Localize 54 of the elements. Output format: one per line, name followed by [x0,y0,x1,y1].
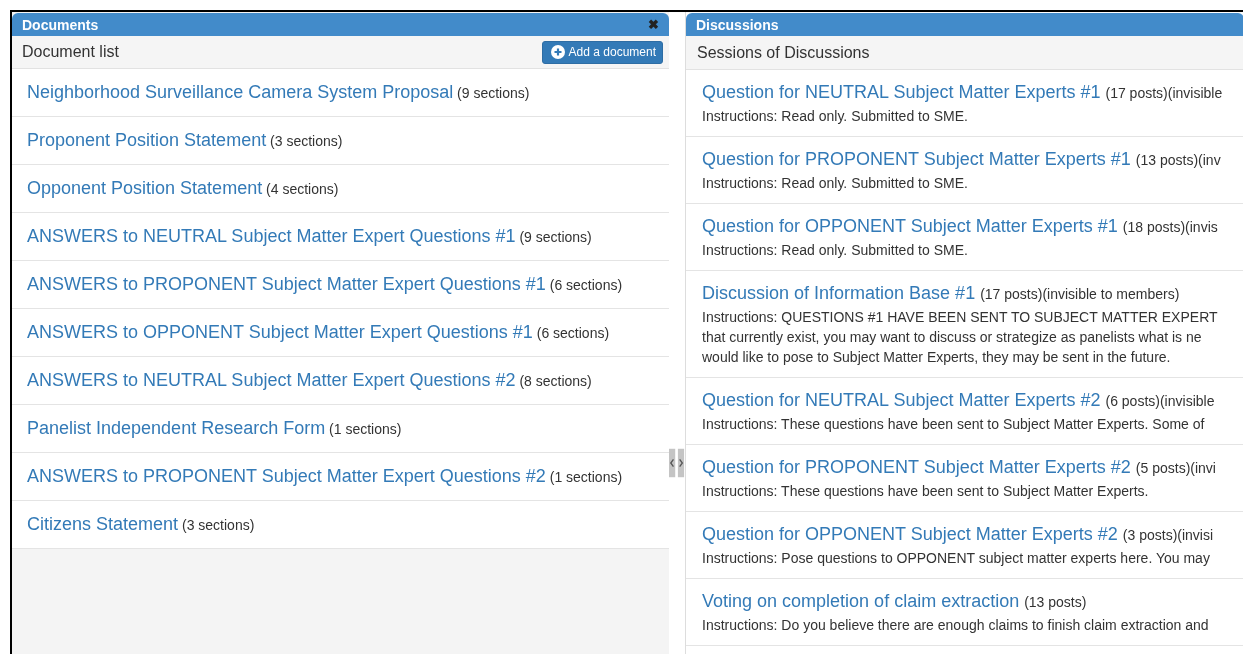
section-count: (3 sections) [181,517,255,533]
panel-subtitle: Sessions of Discussions [697,43,870,62]
section-count: (9 sections) [519,229,592,245]
section-count: (1 sections) [549,469,623,485]
section-count: (3 sections) [270,133,343,149]
document-link[interactable]: Panelist Independent Research Form [27,418,326,438]
post-count: (6 posts)(invisible [1105,392,1215,411]
close-button[interactable]: ✖ [648,17,659,32]
section-count: (1 sections) [329,421,402,437]
splitter-handle[interactable] [669,447,685,479]
discussion-link[interactable]: Question for NEUTRAL Subject Matter Experts #1 [702,80,1101,105]
discussion-link[interactable]: Question for OPPONENT Subject Matter Experts #1 [702,214,1118,239]
document-link[interactable]: Citizens Statement [27,514,179,534]
panel-title: Documents [22,16,99,33]
discussion-link[interactable]: Question for NEUTRAL Subject Matter Experts #2 [702,388,1101,413]
section-count: (9 sections) [457,85,530,101]
post-count: (13 posts)(inv [1135,151,1221,170]
instructions-text: Instructions: Read only. Submitted to SME. [702,241,969,260]
instructions-text: Instructions: Do you believe there are enough claims to finish claim extraction and [702,616,1210,635]
document-link[interactable]: Opponent Position Statement [27,178,263,198]
discussion-link[interactable]: Question for PROPONENT Subject Matter Experts #1 [702,147,1131,172]
discussion-link[interactable]: Question for PROPONENT Subject Matter Experts #2 [702,455,1131,480]
document-link[interactable]: ANSWERS to NEUTRAL Subject Matter Expert Questions #1 [27,226,516,246]
panel-title: Discussions [696,16,779,33]
document-link[interactable]: ANSWERS to PROPONENT Subject Matter Expert Questions #2 [27,466,546,486]
document-link[interactable]: Neighborhood Surveillance Camera System Proposal [27,82,454,102]
instructions-text: would like to pose to Subject Matter Experts, they may be sent in the future. [702,348,1172,367]
post-count: (17 posts)(invisible to members) [980,285,1180,304]
instructions-text: Instructions: QUESTIONS #1 HAVE BEEN SENT TO SUBJECT MATTER EXPERT [702,308,1219,327]
instructions-text: that currently exist, you may want to discuss or strategize as panelists what is ne [702,328,1203,347]
section-count: (6 sections) [549,277,623,293]
panel-subtitle: Document list [22,43,119,61]
post-count: (17 posts)(invisible [1105,84,1223,103]
plus-circle-icon [550,45,565,59]
post-count: (3 posts)(invisi [1122,526,1214,545]
instructions-text: Instructions: Read only. Submitted to SME. [702,174,969,193]
document-link[interactable]: ANSWERS to NEUTRAL Subject Matter Expert Questions #2 [27,370,516,390]
post-count: (13 posts) [1024,593,1087,612]
instructions-text: Instructions: These questions have been sent to Subject Matter Experts. Some of [702,415,1206,434]
discussion-link[interactable]: Voting on completion of claim extraction [702,589,1020,614]
instructions-text: Instructions: These questions have been sent to Subject Matter Experts. [702,482,1150,501]
section-count: (4 sections) [266,181,339,197]
document-link[interactable]: ANSWERS to PROPONENT Subject Matter Expert Questions #1 [27,274,546,294]
discussion-link[interactable]: Question for OPPONENT Subject Matter Experts #2 [702,522,1118,547]
post-count: (5 posts)(invi [1135,459,1216,478]
instructions-text: Instructions: Read only. Submitted to SME. [702,107,969,126]
post-count: (18 posts)(invis [1122,218,1218,237]
instructions-text: Instructions: Pose questions to OPPONENT subject matter experts here. You may [702,549,1211,568]
discussion-link[interactable]: Discussion of Information Base #1 [702,281,976,306]
document-link[interactable]: Proponent Position Statement [27,130,267,150]
section-count: (8 sections) [519,373,592,389]
document-link[interactable]: ANSWERS to OPPONENT Subject Matter Expert Questions #1 [27,322,533,342]
section-count: (6 sections) [536,325,610,341]
add-document-button[interactable]: Add a document [541,40,663,64]
